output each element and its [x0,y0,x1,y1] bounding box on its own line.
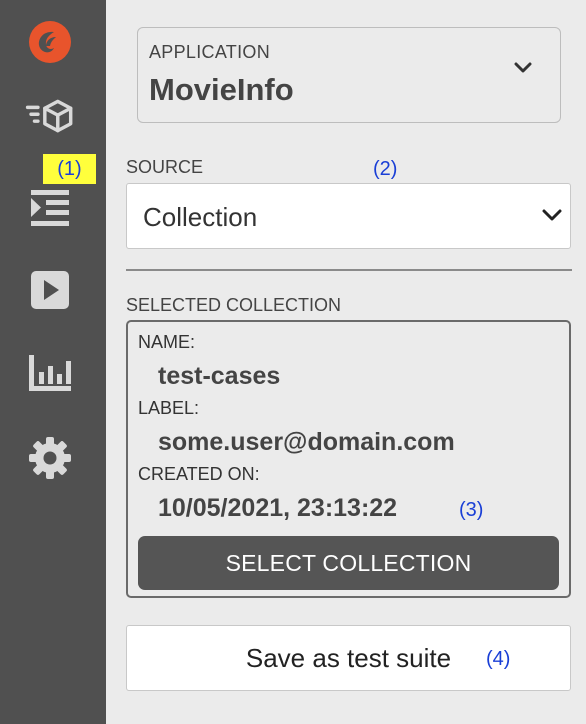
gear-icon[interactable] [25,433,75,483]
selected-collection-panel: NAME: test-cases LABEL: some.user@domain… [126,320,571,598]
created-on-value: 10/05/2021, 23:13:22 [158,494,398,522]
created-on-label: CREATED ON: [138,464,260,484]
bar-chart-icon[interactable] [25,348,75,398]
cube-speed-icon[interactable] [25,91,75,141]
play-icon[interactable] [25,265,75,315]
name-value: test-cases [158,362,281,390]
annotation-2: (2) [373,158,398,180]
chevron-down-icon [542,208,562,227]
indent-list-icon[interactable] [25,183,75,233]
application-value: MovieInfo [149,72,294,107]
logo-icon[interactable] [25,17,75,67]
application-label: APPLICATION [149,42,270,62]
select-collection-button[interactable]: SELECT COLLECTION [138,536,559,590]
annotation-3: (3) [459,499,484,521]
source-select[interactable]: Collection [126,183,571,249]
sidebar: (1) [0,0,106,724]
label-label: LABEL: [138,398,200,418]
chevron-down-icon [514,61,532,79]
source-label: SOURCE [126,157,204,177]
annotation-4: (4) [486,648,511,670]
annotation-1: (1) [43,154,96,184]
save-button-label: Save as test suite [245,642,452,673]
name-label: NAME: [138,332,196,352]
application-select[interactable]: APPLICATION MovieInfo [137,27,561,123]
main-panel: APPLICATION MovieInfo SOURCE (2) Collect… [106,0,586,724]
selected-collection-label: SELECTED COLLECTION [126,295,342,315]
label-value: some.user@domain.com [158,428,455,456]
divider [126,269,572,271]
source-value: Collection [143,202,258,232]
